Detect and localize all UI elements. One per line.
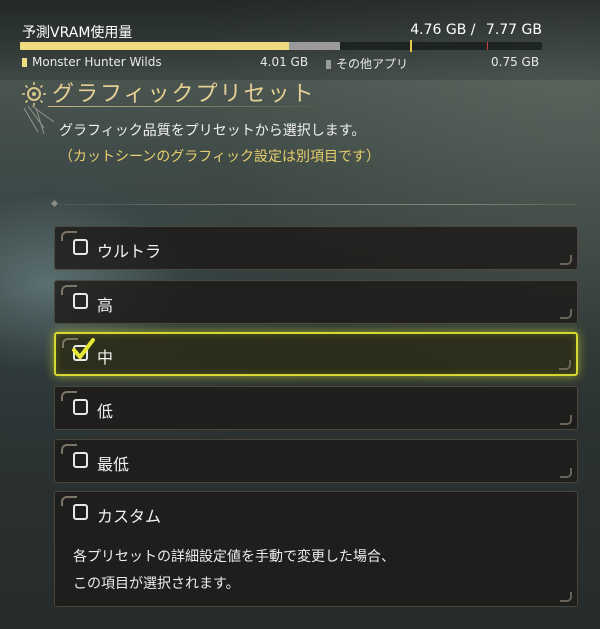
vram-bar-game-segment [20, 42, 289, 50]
vram-title: 予測VRAM使用量 [22, 25, 133, 41]
checkmark-icon [72, 338, 95, 359]
legend-game: Monster Hunter Wilds [22, 55, 162, 69]
legend-other-value: 0.75 GB [491, 55, 540, 69]
preset-option-label: 低 [97, 402, 114, 421]
preset-option-label: 最低 [97, 455, 130, 474]
section-note: （カットシーンのグラフィック設定は別項目です） [59, 149, 381, 165]
custom-description: 各プリセットの詳細設定値を手動で変更した場合、 この項目が選択されます。 [73, 544, 395, 598]
vram-current-marker [410, 40, 412, 52]
legend-game-label: Monster Hunter Wilds [32, 55, 162, 69]
vram-limit-marker [487, 42, 488, 50]
legend-other-label: その他アプリ [336, 57, 409, 71]
legend-other-swatch [326, 60, 331, 69]
vram-total: 7.77 GB [485, 22, 542, 38]
checkbox[interactable] [73, 399, 88, 415]
preset-option-label: 中 [97, 348, 114, 367]
checkbox[interactable] [73, 452, 88, 468]
preset-option-lowest[interactable]: 最低 [54, 439, 578, 483]
legend-other: その他アプリ [326, 55, 408, 72]
checkbox[interactable] [73, 239, 88, 255]
vram-used: 4.76 GB / [410, 22, 476, 38]
custom-description-line: 各プリセットの詳細設定値を手動で変更した場合、 [73, 549, 395, 565]
section-description: グラフィック品質をプリセットから選択します。 [59, 123, 366, 139]
preset-option-custom[interactable]: カスタム 各プリセットの詳細設定値を手動で変更した場合、 この項目が選択されます… [54, 491, 578, 607]
vram-usage-bar [20, 42, 542, 50]
preset-option-label: カスタム [97, 507, 162, 526]
preset-option-label: ウルトラ [97, 242, 162, 261]
custom-description-line: この項目が選択されます。 [73, 576, 240, 592]
title-underline [48, 106, 328, 107]
preset-option-low[interactable]: 低 [54, 386, 578, 430]
vram-readout: 4.76 GB / 7.77 GB [404, 22, 542, 38]
checkbox[interactable] [73, 504, 88, 520]
section-divider [58, 204, 578, 205]
checkbox[interactable] [73, 293, 88, 309]
preset-option-high[interactable]: 高 [54, 280, 578, 324]
preset-option-label: 高 [97, 296, 114, 315]
preset-option-ultra[interactable]: ウルトラ [54, 226, 578, 270]
divider-ornament [50, 199, 59, 208]
section-title: グラフィックプリセット [52, 82, 316, 107]
vram-bar-other-segment [289, 42, 340, 50]
legend-game-value: 4.01 GB [260, 55, 309, 69]
preset-option-medium[interactable]: 中 [54, 332, 578, 376]
legend-game-swatch [22, 58, 27, 67]
